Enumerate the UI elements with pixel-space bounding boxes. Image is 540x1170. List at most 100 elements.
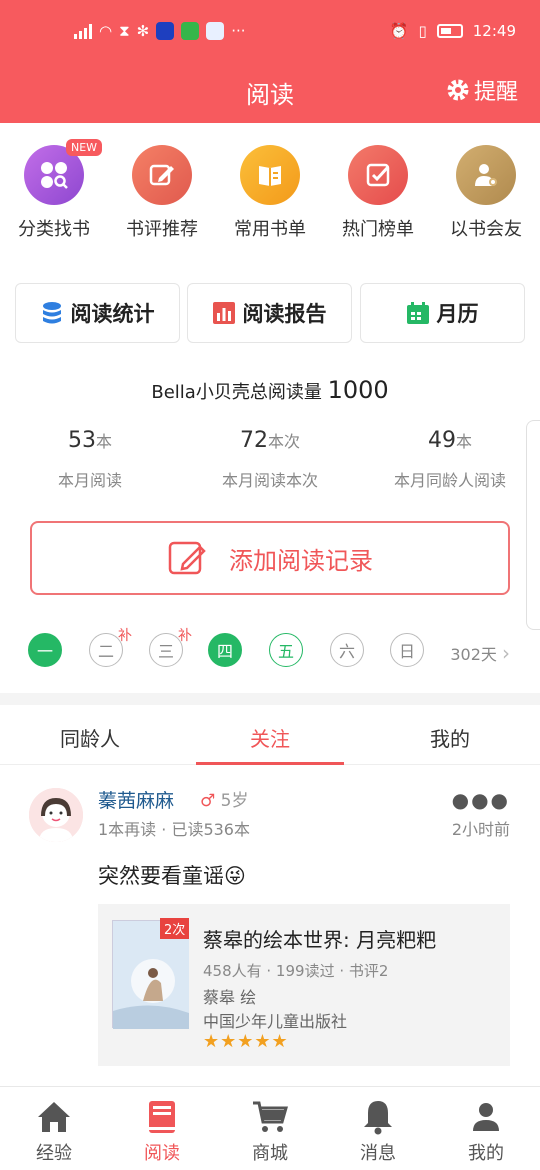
vibrate-icon: ▯ [418,22,427,40]
nav-label: 阅读 [144,1143,180,1164]
age-text: 5岁 [220,791,249,811]
book-icon [240,145,300,205]
cart-icon [253,1101,288,1132]
tool-buttons: 阅读统计 阅读报告 月历 [15,283,525,343]
feed-post: 蓁茜麻麻 ♂ 5岁 ●●● 1本再读 · 已读536本 2小时前 突然要看童谣😜… [0,766,540,1086]
bell-icon [364,1101,392,1135]
book-title: 蔡皋的绘本世界: 月亮粑粑 [203,928,437,952]
add-record-label: 添加阅读记录 [229,546,373,575]
book-publisher: 中国少年儿童出版社 [203,1012,348,1031]
quick-label: 书评推荐 [126,219,198,240]
nav-label: 我的 [468,1143,504,1164]
quick-ranking[interactable]: 热门榜单 [324,145,432,241]
day-sat[interactable]: 六 [330,633,364,667]
edit-icon [132,145,192,205]
stat-unit: 本 [95,432,112,451]
remind-label: 提醒 [473,80,518,105]
gear-icon [447,79,469,101]
more-options-icon[interactable]: ●●● [452,788,510,812]
streak-count: 302天 [450,645,497,664]
calendar-button[interactable]: 月历 [360,283,525,343]
nav-messages[interactable]: 消息 [324,1087,432,1165]
database-icon [42,302,61,324]
read-count-badge: 2次 [160,918,190,939]
stat-number: 72 [239,428,268,453]
day-mon[interactable]: 一 [28,633,62,667]
nav-experience[interactable]: 经验 [0,1087,108,1165]
status-bar: ◠ ⧗ ✻ ··· ⏰ ▯ 12:49 [0,20,540,48]
signal-icon [74,23,92,39]
book-icon [149,1101,175,1133]
app-icon-2 [181,22,200,40]
home-icon [38,1102,70,1132]
tab-follow[interactable]: 关注 [180,723,360,752]
total-text: Bella小贝壳总阅读量 [151,382,322,403]
book-author: 蔡皋 绘 [203,988,257,1007]
quick-friends[interactable]: 以书会友 [432,145,540,241]
user-name[interactable]: 蓁茜麻麻 [98,786,174,813]
quick-review[interactable]: 书评推荐 [108,145,216,241]
stats-label: 阅读统计 [70,302,155,326]
active-tab-indicator [196,762,344,765]
section-divider [0,693,540,705]
streak-days[interactable]: 302天 › [450,641,510,665]
nav-shop[interactable]: 商城 [216,1087,324,1165]
book-card[interactable]: 2次 蔡皋的绘本世界: 月亮粑粑 458人有 · 199读过 · 书评2 蔡皋 … [98,904,510,1066]
makeup-mark: 补 [118,628,132,644]
bottom-nav: 经验 阅读 商城 消息 我的 [0,1086,540,1170]
more-dots: ··· [231,22,246,40]
makeup-mark: 补 [178,628,192,644]
battery-icon [436,24,463,38]
quick-category[interactable]: NEW 分类找书 [0,139,108,241]
stat-peers: 49本 本月同龄人阅读 [360,428,540,491]
stat-label: 本月同龄人阅读 [393,471,506,490]
quick-label: 分类找书 [18,219,90,240]
user-flower-icon [456,145,516,205]
tab-peers[interactable]: 同龄人 [0,723,180,752]
checkbox-icon [348,145,408,205]
avatar[interactable] [29,788,83,842]
stat-label: 本月阅读本次 [221,471,318,490]
stat-month: 53本 本月阅读 [0,428,180,491]
stats-button[interactable]: 阅读统计 [15,283,180,343]
chevron-right-icon: › [502,641,510,665]
edit-icon [168,541,206,575]
wifi-icon: ◠ [99,22,113,40]
post-time: 2小时前 [451,820,510,839]
hourglass-icon: ⧗ [119,22,130,40]
stat-label: 本月阅读 [57,471,122,490]
total-value: 1000 [327,376,389,404]
user-age: ♂ 5岁 [200,786,248,811]
app-icon-3 [206,22,225,40]
feed-tabs: 同龄人 关注 我的 [0,705,540,765]
calendar-icon [406,302,429,324]
day-fri[interactable]: 五 [269,633,303,667]
status-icons-left: ◠ ⧗ ✻ ··· [74,22,246,40]
tab-mine[interactable]: 我的 [360,723,540,752]
stat-number: 53 [67,428,96,453]
alarm-icon: ⏰ [389,22,409,40]
week-checkin: 一 二 补 三 补 四 五 六 日 302天 › [28,628,518,673]
top-bar: ◠ ⧗ ✻ ··· ⏰ ▯ 12:49 阅读 提醒 [0,0,540,123]
stat-times: 72本次 本月阅读本次 [180,428,360,491]
stat-unit: 本次 [267,432,300,451]
total-reading: Bella小贝壳总阅读量 1000 [0,376,540,404]
report-label: 阅读报告 [242,302,327,326]
day-thu[interactable]: 四 [208,633,242,667]
nav-reading[interactable]: 阅读 [108,1087,216,1165]
quick-booklist[interactable]: 常用书单 [216,145,324,241]
quick-label: 以书会友 [450,219,522,240]
post-content: 突然要看童谣😜 [98,864,246,888]
nav-label: 经验 [36,1143,72,1164]
nav-me[interactable]: 我的 [432,1087,540,1165]
nav-label: 商城 [252,1143,288,1164]
remind-button[interactable]: 提醒 [446,74,518,106]
add-record-button[interactable]: 添加阅读记录 [30,521,510,595]
day-sun[interactable]: 日 [390,633,424,667]
book-info: 458人有 · 199读过 · 书评2 [203,962,389,980]
new-badge: NEW [66,139,103,156]
side-drawer-handle[interactable] [526,420,540,630]
report-button[interactable]: 阅读报告 [187,283,352,343]
user-meta: 1本再读 · 已读536本 [98,820,250,839]
male-icon: ♂ [200,791,216,811]
